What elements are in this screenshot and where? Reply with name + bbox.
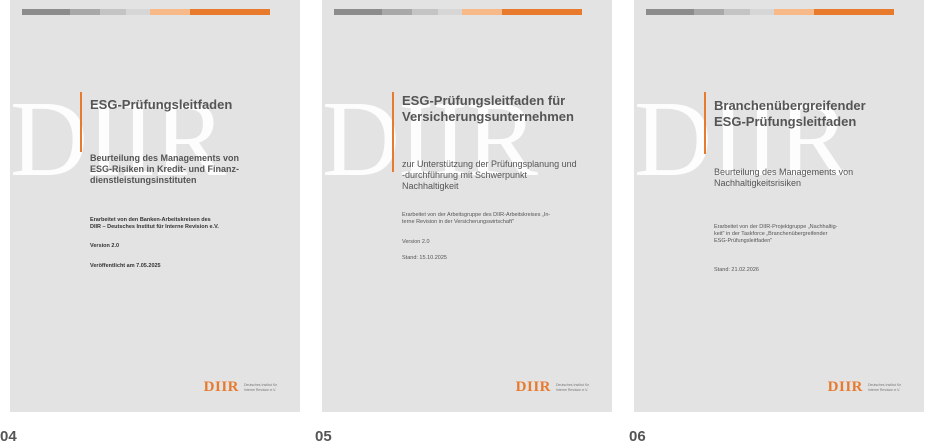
cover-title-line: Versicherungsunternehmen	[402, 109, 574, 124]
cover-subtitle: zur Unterstützung der Prüfungsplanung un…	[402, 159, 600, 192]
accent-bar	[80, 92, 82, 152]
cover-authors-line: Erarbeitet von der DIIR-Projektgruppe „N…	[714, 224, 838, 230]
color-strip	[334, 9, 582, 15]
cover-authors-line: keit" in der Taskforce „Branchenübergrei…	[714, 231, 828, 237]
cover-authors-line: Erarbeitet von den Banken-Arbeitskreisen…	[90, 217, 211, 223]
cover-subtitle-line: Beurteilung des Managements von	[90, 153, 240, 163]
diir-logo-mark: DIIR	[515, 379, 551, 395]
cover-subtitle-line: zur Unterstützung der Prüfungsplanung un…	[402, 159, 577, 169]
document-card-04[interactable]: DIIR ESG-Prüfungsleitfaden Beurteilung d…	[10, 0, 300, 412]
cover-authors-line: terne Revision in der Versicherungswirts…	[402, 219, 515, 225]
cover-subtitle-line: Nachhaltigkeit	[402, 181, 459, 191]
cover-subtitle-line: Nachhaltigkeitsrisiken	[714, 178, 802, 188]
item-number: 06	[629, 428, 646, 445]
cover-authors: Erarbeitet von den Banken-Arbeitskreisen…	[90, 217, 288, 231]
cover-authors-line: ESG-Prüfungsleitfaden"	[714, 238, 773, 244]
diir-logo-subtitle: Deutsches Institut für Interne Revision …	[556, 383, 589, 392]
diir-logo: DIIR Deutsches Institut für Interne Revi…	[828, 379, 906, 396]
color-strip	[22, 9, 270, 15]
cover-authors: Erarbeitet von der Arbeitsgruppe des DII…	[402, 212, 600, 226]
diir-logo-subtitle: Deutsches Institut für Interne Revision …	[868, 383, 901, 392]
item-number: 04	[0, 428, 17, 445]
document-cover[interactable]: DIIR ESG-Prüfungsleitfaden Beurteilung d…	[10, 0, 300, 412]
cover-subtitle-line: -durchführung mit Schwerpunkt	[402, 170, 528, 180]
accent-bar	[704, 92, 706, 154]
cover-title-line: Branchenübergreifender	[714, 98, 866, 113]
cover-subtitle-line: Beurteilung des Managements von	[714, 167, 854, 177]
document-card-05[interactable]: DIIR ESG-Prüfungsleitfaden für Versicher…	[322, 0, 612, 412]
diir-logo-mark: DIIR	[203, 379, 239, 395]
cover-title: Branchenübergreifender ESG-Prüfungsleitf…	[714, 98, 914, 130]
diir-logo-mark: DIIR	[827, 379, 863, 395]
item-number: 05	[315, 428, 332, 445]
cover-title: ESG-Prüfungsleitfaden für Versicherungsu…	[402, 93, 602, 125]
cover-title-line: ESG-Prüfungsleitfaden	[714, 114, 857, 129]
document-cover[interactable]: DIIR ESG-Prüfungsleitfaden für Versicher…	[322, 0, 612, 412]
cover-authors: Erarbeitet von der DIIR-Projektgruppe „N…	[714, 224, 912, 245]
cover-date: Stand: 21.02.2026	[714, 267, 759, 273]
accent-bar	[392, 92, 394, 172]
cover-title-line: ESG-Prüfungsleitfaden	[90, 97, 233, 112]
cover-date: Stand: 15.10.2025	[402, 255, 447, 261]
cover-subtitle: Beurteilung des Managements von ESG-Risi…	[90, 153, 288, 186]
cover-title-line: ESG-Prüfungsleitfaden für	[402, 93, 566, 108]
cover-subtitle-line: dienstleistungsinstituten	[90, 175, 197, 185]
cover-title: ESG-Prüfungsleitfaden	[90, 97, 290, 113]
diir-logo: DIIR Deutsches Institut für Interne Revi…	[516, 379, 594, 396]
diir-logo: DIIR Deutsches Institut für Interne Revi…	[204, 379, 282, 396]
cover-authors-line: Erarbeitet von der Arbeitsgruppe des DII…	[402, 212, 551, 218]
cover-subtitle: Beurteilung des Managements von Nachhalt…	[714, 167, 912, 189]
cover-date: Veröffentlicht am 7.05.2025	[90, 263, 161, 269]
cover-subtitle-line: ESG-Risiken in Kredit- und Finanz-	[90, 164, 240, 174]
document-cover[interactable]: DIIR Branchenübergreifender ESG-Prüfungs…	[634, 0, 924, 412]
color-strip	[646, 9, 894, 15]
cover-version: Version 2.0	[402, 239, 430, 245]
document-card-06[interactable]: DIIR Branchenübergreifender ESG-Prüfungs…	[634, 0, 924, 412]
cover-version: Version 2.0	[90, 243, 120, 249]
cover-authors-line: DIIR – Deutsches Institut für Interne Re…	[90, 224, 219, 230]
diir-logo-subtitle: Deutsches Institut für Interne Revision …	[244, 383, 277, 392]
